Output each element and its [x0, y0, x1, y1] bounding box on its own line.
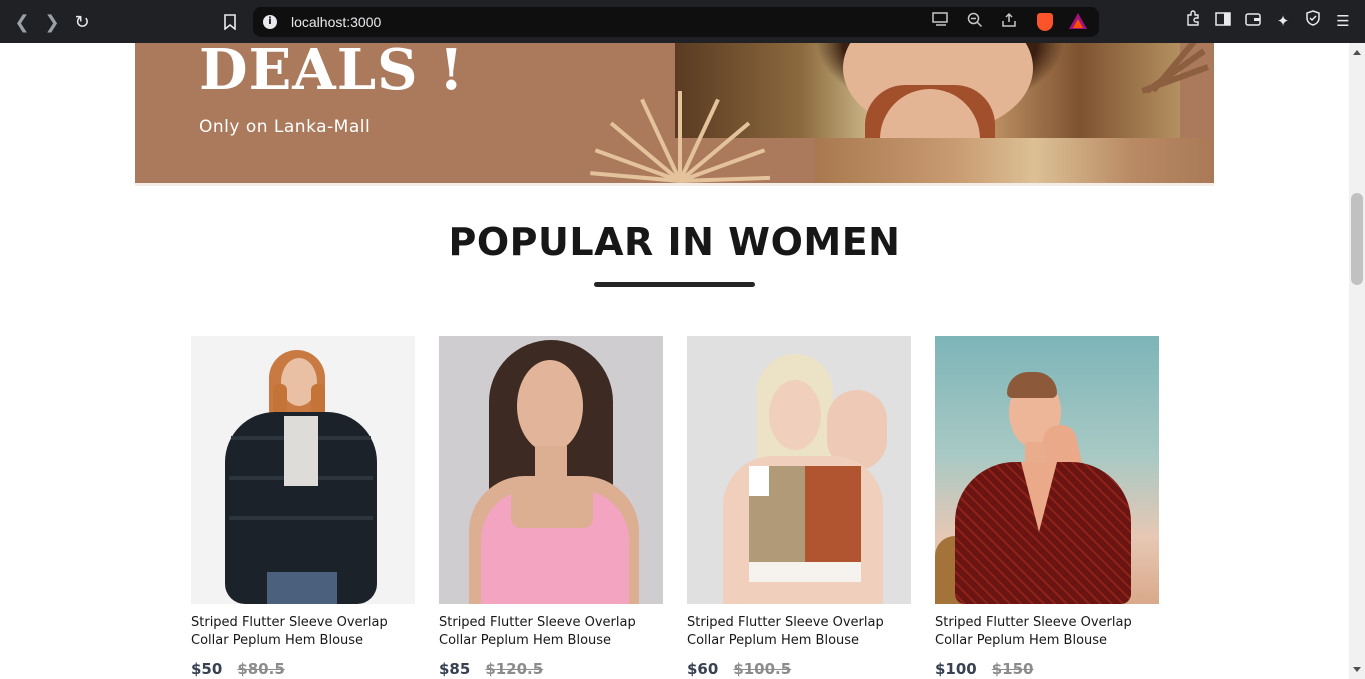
- extensions-icon[interactable]: [1182, 10, 1204, 32]
- wallet-icon[interactable]: [1242, 10, 1264, 32]
- hero-banner: DEALS ! Only on Lanka-Mall: [135, 43, 1214, 184]
- price-row: $60 $100.5: [687, 660, 791, 678]
- product-image[interactable]: [935, 336, 1159, 604]
- product-image[interactable]: [439, 336, 663, 604]
- url-text[interactable]: localhost:3000: [291, 14, 381, 30]
- hero-subtitle: Only on Lanka-Mall: [199, 117, 371, 137]
- brave-rewards-icon[interactable]: [1069, 13, 1087, 29]
- scroll-thumb[interactable]: [1351, 193, 1363, 285]
- price-new: $100: [935, 660, 977, 678]
- product-card[interactable]: Striped Flutter Sleeve Overlap Collar Pe…: [687, 336, 911, 679]
- price-old: $150: [991, 660, 1034, 678]
- scroll-down-icon[interactable]: [1353, 667, 1361, 672]
- price-new: $50: [191, 660, 223, 678]
- section-underline: [594, 282, 755, 287]
- back-icon[interactable]: ❮: [10, 10, 34, 34]
- hero-photo: [675, 43, 1180, 138]
- scroll-up-icon[interactable]: [1353, 50, 1361, 55]
- price-row: $50 $80.5: [191, 660, 285, 678]
- product-card[interactable]: Striped Flutter Sleeve Overlap Collar Pe…: [439, 336, 663, 679]
- product-image[interactable]: [191, 336, 415, 604]
- sunburst-ray: [678, 91, 682, 181]
- price-new: $85: [439, 660, 471, 678]
- bookmark-icon[interactable]: [218, 10, 242, 34]
- price-old: $100.5: [733, 660, 792, 678]
- price-row: $100 $150: [935, 660, 1034, 678]
- vpn-icon[interactable]: [1302, 10, 1324, 32]
- hero-divider: [135, 183, 1214, 186]
- brave-shield-icon[interactable]: [1037, 13, 1053, 31]
- page-scrollbar[interactable]: [1349, 43, 1365, 679]
- product-name[interactable]: Striped Flutter Sleeve Overlap Collar Pe…: [439, 614, 663, 650]
- price-row: $85 $120.5: [439, 660, 543, 678]
- menu-icon[interactable]: ☰: [1332, 10, 1354, 32]
- hero-gold-band: [815, 138, 1214, 184]
- address-bar[interactable]: i localhost:3000: [253, 7, 1099, 37]
- price-old: $80.5: [237, 660, 285, 678]
- product-card[interactable]: Striped Flutter Sleeve Overlap Collar Pe…: [191, 336, 415, 679]
- info-icon[interactable]: i: [263, 15, 277, 29]
- zoom-out-icon[interactable]: [965, 12, 985, 32]
- browser-toolbar: ❮ ❯ ↻ i localhost:3000 ✦ ☰: [0, 0, 1365, 43]
- cast-icon[interactable]: [931, 12, 951, 32]
- product-image[interactable]: [687, 336, 911, 604]
- product-name[interactable]: Striped Flutter Sleeve Overlap Collar Pe…: [935, 614, 1159, 650]
- hero-title: DEALS !: [199, 43, 465, 103]
- sidebar-icon[interactable]: [1212, 10, 1234, 32]
- share-icon[interactable]: [999, 12, 1019, 32]
- price-new: $60: [687, 660, 719, 678]
- section-title: POPULAR IN WOMEN: [448, 220, 901, 264]
- forward-icon[interactable]: ❯: [40, 10, 64, 34]
- price-old: $120.5: [485, 660, 544, 678]
- product-card[interactable]: Striped Flutter Sleeve Overlap Collar Pe…: [935, 336, 1159, 679]
- product-name[interactable]: Striped Flutter Sleeve Overlap Collar Pe…: [687, 614, 911, 650]
- reload-icon[interactable]: ↻: [70, 10, 94, 34]
- leo-ai-icon[interactable]: ✦: [1272, 10, 1294, 32]
- product-name[interactable]: Striped Flutter Sleeve Overlap Collar Pe…: [191, 614, 415, 650]
